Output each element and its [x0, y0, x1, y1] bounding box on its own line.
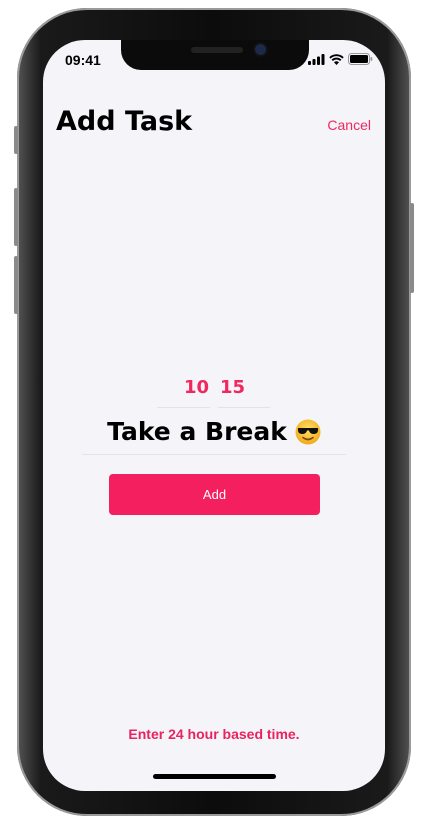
- page-title: Add Task: [56, 106, 193, 137]
- minutes-input[interactable]: 15: [206, 377, 259, 398]
- speaker: [191, 47, 243, 53]
- cancel-button[interactable]: Cancel: [327, 117, 371, 133]
- smiling-face-with-sunglasses-icon: [295, 419, 321, 444]
- battery-icon: [348, 53, 373, 65]
- volume-up-button: [14, 188, 18, 246]
- minutes-underline: [218, 407, 270, 408]
- mute-switch: [14, 126, 18, 154]
- wifi-icon: [329, 54, 344, 65]
- task-name-input[interactable]: Take a Break: [82, 417, 346, 446]
- status-icons: [308, 53, 373, 65]
- notch: [121, 40, 309, 70]
- signal-icon: [308, 54, 325, 65]
- time-format-hint: Enter 24 hour based time.: [128, 726, 300, 742]
- add-button[interactable]: Add: [109, 474, 320, 515]
- volume-down-button: [14, 256, 18, 314]
- power-button: [410, 203, 414, 293]
- status-time: 09:41: [65, 52, 101, 68]
- hours-underline: [157, 407, 210, 408]
- task-name-underline: [82, 454, 346, 455]
- camera: [255, 44, 266, 55]
- home-indicator[interactable]: [153, 774, 276, 779]
- app-screen: 09:41 Add Task Cancel 10 15 Take a Break…: [43, 40, 385, 791]
- task-name-text: Take a Break: [107, 417, 287, 446]
